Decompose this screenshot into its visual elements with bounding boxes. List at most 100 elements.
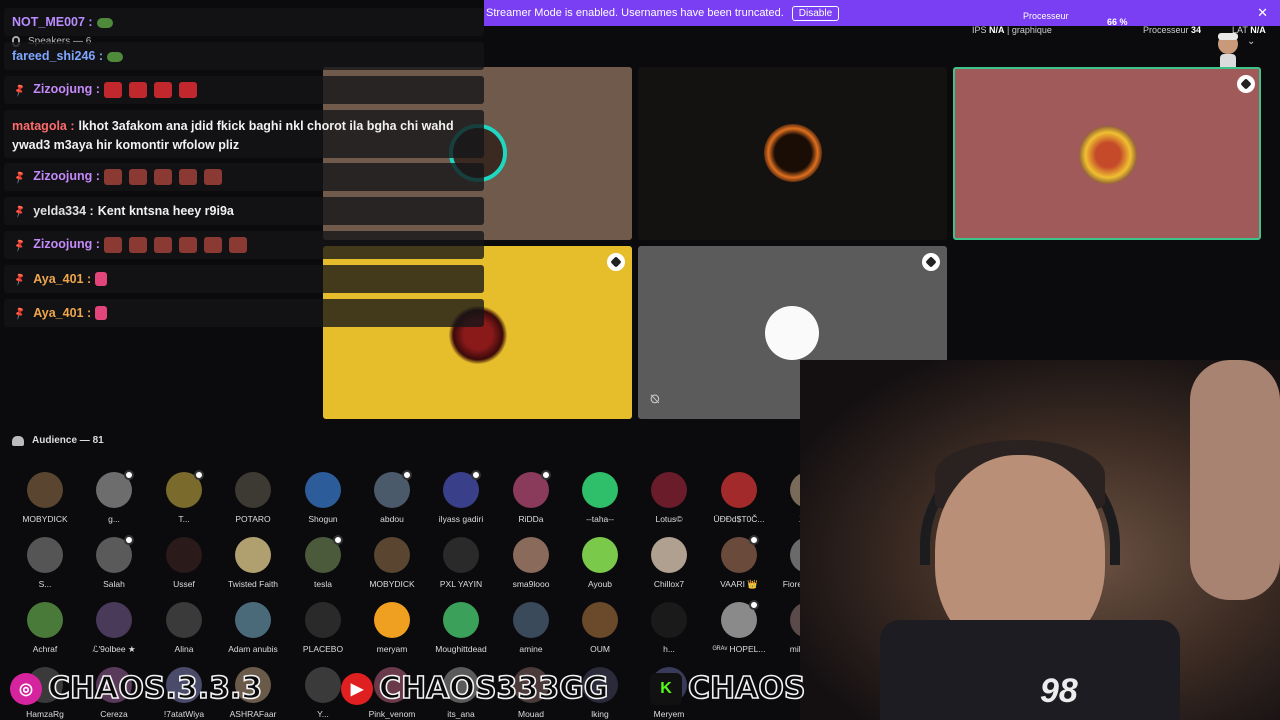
- avatar: [27, 537, 63, 573]
- audience-member[interactable]: tesla: [288, 535, 358, 589]
- audience-member[interactable]: Alina: [149, 602, 219, 654]
- member-name: Adam anubis: [228, 644, 278, 654]
- pin-icon: 📌: [12, 305, 27, 320]
- audience-member[interactable]: Ussef: [149, 537, 219, 589]
- audience-member[interactable]: g...: [79, 470, 149, 524]
- audience-member[interactable]: MOBYDICK: [10, 472, 80, 524]
- youtube-icon: ▶: [341, 672, 373, 705]
- audience-member[interactable]: PLACEBO: [288, 602, 358, 654]
- shirt-number: 98: [1040, 672, 1078, 710]
- audience-member[interactable]: S...: [10, 537, 80, 589]
- chat-username[interactable]: Aya_401 :: [33, 306, 91, 320]
- audience-label: Audience — 81: [32, 435, 104, 446]
- audience-member[interactable]: OUM: [565, 602, 635, 654]
- audience-member[interactable]: ᴳᴿᴬᵛ HOPEL...: [704, 600, 774, 654]
- chat-text: Kent kntsna heey r9i9a: [97, 204, 234, 218]
- avatar: [582, 537, 618, 573]
- member-name: abdou: [380, 514, 404, 524]
- chat-username[interactable]: matagola :: [12, 119, 75, 133]
- member-name: --taha--: [586, 514, 614, 524]
- speaker-avatar: [1079, 126, 1137, 184]
- chat-username[interactable]: Aya_401 :: [33, 272, 91, 286]
- audience-member[interactable]: Moughittdead: [426, 602, 496, 654]
- chat-username[interactable]: NOT_ME007 :: [12, 15, 93, 29]
- badge-icon: [333, 535, 343, 545]
- audience-member[interactable]: Twisted Faith: [218, 537, 288, 589]
- social-handle: ◎ CHAOS.3.3.3: [10, 670, 263, 707]
- audience-member[interactable]: MOBYDICK: [357, 537, 427, 589]
- close-icon[interactable]: ✕: [1257, 5, 1268, 21]
- avatar: [305, 472, 341, 508]
- chat-message: 📌 Zizoojung :: [4, 163, 484, 191]
- audience-member[interactable]: T...: [149, 470, 219, 524]
- webcam-hand: [1190, 360, 1280, 600]
- badge-icon: [471, 470, 481, 480]
- audience-member[interactable]: ilyass gadiri: [426, 470, 496, 524]
- pin-icon: 📌: [12, 203, 27, 218]
- emote-icon: [153, 237, 172, 253]
- social-handle: K CHAOS: [650, 670, 806, 707]
- avatar: [166, 537, 202, 573]
- audience-member[interactable]: Achraf: [10, 602, 80, 654]
- chevron-down-icon[interactable]: ⌄: [1247, 36, 1255, 47]
- audience-member[interactable]: abdou: [357, 470, 427, 524]
- badge-icon: [124, 535, 134, 545]
- emote-icon: [128, 169, 147, 185]
- avatar: [374, 602, 410, 638]
- audience-member[interactable]: Salah: [79, 535, 149, 589]
- avatar: [582, 472, 618, 508]
- audience-member[interactable]: meryam: [357, 602, 427, 654]
- audience-member[interactable]: sma9looo: [496, 537, 566, 589]
- moderator-badge-icon: [1237, 75, 1255, 93]
- avatar: [166, 602, 202, 638]
- member-name: Pink_venom: [368, 709, 416, 719]
- audience-member[interactable]: ŪĐĐd$T0Č...: [704, 472, 774, 524]
- audience-member[interactable]: h...: [634, 602, 704, 654]
- chat-username[interactable]: Zizoojung :: [33, 237, 100, 251]
- avatar: [96, 602, 132, 638]
- social-handle-text: CHAOS333GG: [378, 670, 609, 707]
- speaker-tile-2[interactable]: [638, 67, 947, 240]
- perf-processor-title: Processeur: [1023, 11, 1069, 21]
- audience-member[interactable]: Lotus©: [634, 472, 704, 524]
- speaker-tile-3-active[interactable]: [953, 67, 1261, 240]
- badge-icon: [749, 535, 759, 545]
- chat-username[interactable]: yelda334 :: [33, 204, 93, 218]
- member-name: ᴳᴿᴬᵛ HOPEL...: [712, 644, 766, 654]
- audience-member[interactable]: Ayoub: [565, 537, 635, 589]
- member-name: Ayoub: [588, 579, 612, 589]
- emote-icon: [103, 169, 122, 185]
- audience-member[interactable]: PXL YAYIN: [426, 537, 496, 589]
- streamer-mode-banner: Streamer Mode is enabled. Usernames have…: [484, 0, 1280, 26]
- chat-message: 📌 Aya_401 :: [4, 299, 484, 327]
- audience-member[interactable]: amine: [496, 602, 566, 654]
- audience-member[interactable]: RiDDa: [496, 470, 566, 524]
- emote-icon: [103, 82, 122, 98]
- avatar: [305, 602, 341, 638]
- lat-value: N/A: [1250, 25, 1266, 35]
- perf-separator: |: [1007, 25, 1010, 35]
- member-name: Salah: [103, 579, 125, 589]
- chat-username[interactable]: Zizoojung :: [33, 82, 100, 96]
- speaker-avatar: [764, 124, 822, 182]
- audience-member[interactable]: VAARI 👑: [704, 535, 774, 590]
- instagram-icon: ◎: [10, 672, 42, 705]
- audience-member[interactable]: Chillox7: [634, 537, 704, 589]
- audience-member[interactable]: POTARO: [218, 472, 288, 524]
- audience-member[interactable]: --taha--: [565, 472, 635, 524]
- audience-member[interactable]: Shogun: [288, 472, 358, 524]
- member-name: meryam: [376, 644, 408, 654]
- webcam-shirt: [880, 620, 1180, 720]
- emote-icon: [178, 82, 197, 98]
- emote-icon: [103, 237, 122, 253]
- avatar: [443, 537, 479, 573]
- audience-member[interactable]: ℒ'9olbee ★: [79, 602, 149, 655]
- chat-username[interactable]: Zizoojung :: [33, 169, 100, 183]
- member-name: Achraf: [32, 644, 58, 654]
- emote-icon: [178, 169, 197, 185]
- audience-member[interactable]: Adam anubis: [218, 602, 288, 654]
- disable-streamer-mode-button[interactable]: Disable: [791, 5, 840, 21]
- member-name: its_ana: [447, 709, 475, 719]
- perf-processor-percent: 66 %: [1107, 17, 1128, 27]
- chat-username[interactable]: fareed_shi246 :: [12, 49, 103, 63]
